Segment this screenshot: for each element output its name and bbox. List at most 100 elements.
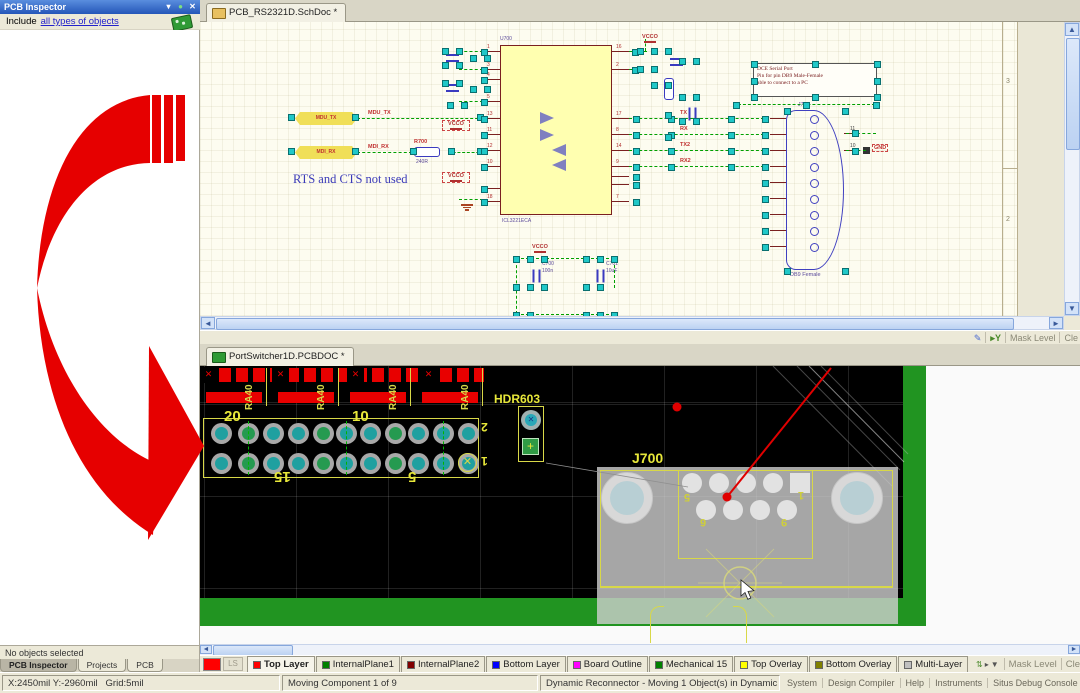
selection-handle[interactable] — [633, 174, 640, 181]
selection-handle[interactable] — [762, 244, 769, 251]
selection-handle[interactable] — [481, 148, 488, 155]
layer-tab-mechanical-15[interactable]: Mechanical 15 — [649, 656, 733, 672]
selection-handle[interactable] — [481, 164, 488, 171]
schematic-wire[interactable] — [629, 166, 764, 167]
selection-handle[interactable] — [481, 132, 488, 139]
db9-pin[interactable] — [770, 118, 786, 119]
sort-icon[interactable]: ⇅ — [976, 660, 983, 669]
schematic-wire[interactable] — [846, 133, 876, 134]
selection-handle[interactable] — [461, 102, 468, 109]
ic-pin[interactable] — [612, 118, 629, 119]
selection-handle[interactable] — [762, 212, 769, 219]
selection-handle[interactable] — [762, 164, 769, 171]
schematic-vscrollbar[interactable]: ▲ ▼ — [1064, 22, 1080, 316]
selection-handle[interactable] — [651, 48, 658, 55]
selection-handle[interactable] — [842, 108, 849, 115]
layer-tab-bottom-overlay[interactable]: Bottom Overlay — [809, 656, 897, 672]
vcc-power-symbol[interactable]: VCCO — [442, 120, 470, 131]
pcb-canvas[interactable]: ✕✕✕✕RA40RA40RA40RA40✕201015521HDR603✕+J7… — [200, 366, 1080, 644]
scroll-left-icon[interactable]: ◄ — [200, 645, 212, 654]
menu-system[interactable]: System — [782, 678, 822, 688]
menu-situs-debug-console[interactable]: Situs Debug Console — [987, 678, 1080, 688]
selection-handle[interactable] — [597, 256, 604, 263]
selection-handle[interactable] — [456, 80, 463, 87]
db9-connector-symbol[interactable] — [786, 110, 844, 270]
note-text-box[interactable]: DCE Serial PortPin for pin DB9 Male-Fema… — [753, 63, 877, 97]
schematic-wire[interactable] — [459, 199, 483, 200]
panel-tab-pcb[interactable]: PCB — [127, 659, 162, 672]
selection-handle[interactable] — [456, 62, 463, 69]
layer-tab-internalplane2[interactable]: InternalPlane2 — [401, 656, 485, 672]
selection-handle[interactable] — [762, 228, 769, 235]
db9-pin[interactable] — [770, 150, 786, 151]
selection-handle[interactable] — [442, 48, 449, 55]
layer-tab-board-outline[interactable]: Board Outline — [567, 656, 648, 672]
panel-tab-projects[interactable]: Projects — [78, 659, 127, 672]
capacitor-symbol[interactable] — [446, 54, 459, 62]
ls-button[interactable]: LS — [223, 657, 243, 671]
selection-handle[interactable] — [679, 118, 686, 125]
selection-handle[interactable] — [456, 48, 463, 55]
selection-handle[interactable] — [637, 66, 644, 73]
mask-level-button[interactable]: Mask Level — [1010, 333, 1056, 343]
selection-handle[interactable] — [728, 116, 735, 123]
scrollbar-thumb[interactable] — [216, 318, 1014, 330]
selection-handle[interactable] — [665, 48, 672, 55]
scroll-right-icon[interactable]: ► — [1068, 645, 1080, 654]
selection-handle[interactable] — [481, 67, 488, 74]
db9-pin[interactable] — [770, 166, 786, 167]
db9-pin[interactable] — [770, 214, 786, 215]
selection-handle[interactable] — [665, 82, 672, 89]
selection-handle[interactable] — [470, 86, 477, 93]
j700-pin[interactable] — [709, 473, 729, 493]
j700-connector-footprint[interactable]: 5169 — [597, 467, 898, 624]
selection-handle[interactable] — [484, 55, 491, 62]
mounting-hole[interactable] — [601, 472, 653, 524]
scroll-up-icon[interactable]: ▲ — [1065, 23, 1079, 36]
selection-handle[interactable] — [762, 116, 769, 123]
selection-handle[interactable] — [665, 112, 672, 119]
schematic-hscrollbar[interactable]: ◄ ► — [200, 316, 1064, 330]
layer-tab-internalplane1[interactable]: InternalPlane1 — [316, 656, 400, 672]
selection-handle[interactable] — [633, 164, 640, 171]
mask-level-button[interactable]: Mask Level — [1009, 659, 1057, 670]
j700-pin[interactable] — [750, 500, 770, 520]
selection-handle[interactable] — [352, 114, 359, 121]
j700-pin[interactable] — [736, 473, 756, 493]
selection-handle[interactable] — [784, 268, 791, 275]
vcc-power-symbol[interactable]: VCCO — [637, 34, 663, 43]
selection-handle[interactable] — [611, 312, 618, 316]
j700-pin[interactable] — [723, 500, 743, 520]
selection-handle[interactable] — [410, 148, 417, 155]
schematic-sheet[interactable]: U700 ICL3221ECA J700 DB9 Female DCE Seri… — [200, 22, 1064, 316]
selection-handle[interactable] — [668, 148, 675, 155]
schematic-wire[interactable] — [614, 260, 615, 288]
db9-pin[interactable] — [770, 246, 786, 247]
clear-button[interactable]: Cle — [1064, 333, 1078, 343]
selection-handle[interactable] — [852, 148, 859, 155]
selection-handle[interactable] — [611, 256, 618, 263]
selection-handle[interactable] — [874, 78, 881, 85]
ic-pin[interactable] — [612, 69, 629, 70]
selection-handle[interactable] — [784, 108, 791, 115]
ic-pin[interactable] — [612, 201, 629, 202]
selection-handle[interactable] — [874, 61, 881, 68]
selection-handle[interactable] — [665, 134, 672, 141]
selection-handle[interactable] — [481, 99, 488, 106]
gnd-power-symbol[interactable] — [460, 203, 474, 211]
selection-handle[interactable] — [762, 132, 769, 139]
selection-handle[interactable] — [693, 94, 700, 101]
filter-icon[interactable]: ▸Y — [990, 332, 1001, 344]
dropdown-icon[interactable]: ▼ — [991, 660, 999, 669]
scroll-right-icon[interactable]: ► — [1049, 317, 1063, 329]
ic-pin[interactable] — [612, 51, 629, 52]
panel-title-bar[interactable]: PCB Inspector ▾ ● ✕ — [0, 0, 200, 14]
vcc-power-symbol[interactable]: VCCO — [442, 172, 470, 183]
selection-handle[interactable] — [583, 312, 590, 316]
db9-pin[interactable] — [770, 198, 786, 199]
db9-pin[interactable] — [770, 134, 786, 135]
selection-handle[interactable] — [633, 148, 640, 155]
mounting-hole[interactable] — [831, 472, 883, 524]
ic-pin[interactable] — [612, 150, 629, 151]
selection-handle[interactable] — [633, 199, 640, 206]
